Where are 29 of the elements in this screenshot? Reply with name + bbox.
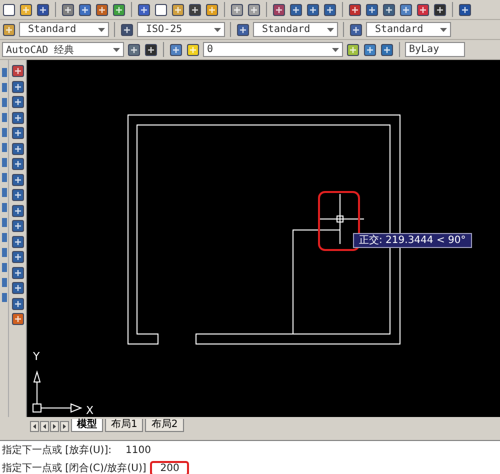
- caret-icon: [332, 48, 339, 52]
- ucs-axis-icon: [32, 370, 82, 413]
- style-dropdown[interactable]: ISO-25: [137, 22, 225, 37]
- layout-tab[interactable]: 模型: [71, 419, 103, 432]
- drawing-canvas[interactable]: Y X 正交: 219.3444 < 90°: [27, 60, 500, 417]
- command-prompt: 指定下一点或 [放弃(U)]:: [2, 444, 112, 457]
- layout-tab[interactable]: 布局2: [145, 419, 184, 432]
- command-value: 1100: [124, 444, 152, 458]
- style-dropdown[interactable]: Standard: [366, 22, 451, 37]
- previous-icon[interactable]: [40, 421, 49, 432]
- color-dropdown[interactable]: ByLay: [405, 42, 465, 57]
- command-value: 200: [150, 460, 190, 474]
- ortho-tooltip: 正交: 219.3444 < 90°: [353, 233, 472, 248]
- axis-label: X: [86, 404, 94, 417]
- caret-icon: [113, 48, 120, 52]
- command-prompt: 指定下一点或 [闭合(C)/放弃(U)]: [2, 462, 146, 474]
- style-dropdown[interactable]: Standard: [19, 22, 109, 37]
- layer-dropdown[interactable]: 0: [203, 42, 343, 57]
- first-page-icon[interactable]: [30, 421, 39, 432]
- caret-icon: [98, 28, 105, 32]
- axis-label: Y: [33, 350, 40, 363]
- layout-tab[interactable]: 布局1: [105, 419, 144, 432]
- caret-icon: [327, 28, 334, 32]
- caret-icon: [214, 28, 221, 32]
- style-dropdown[interactable]: Standard: [253, 22, 338, 37]
- last-page-icon[interactable]: [60, 421, 69, 432]
- caret-icon: [440, 28, 447, 32]
- workspace-dropdown[interactable]: AutoCAD 经典: [2, 42, 124, 57]
- next-icon[interactable]: [50, 421, 59, 432]
